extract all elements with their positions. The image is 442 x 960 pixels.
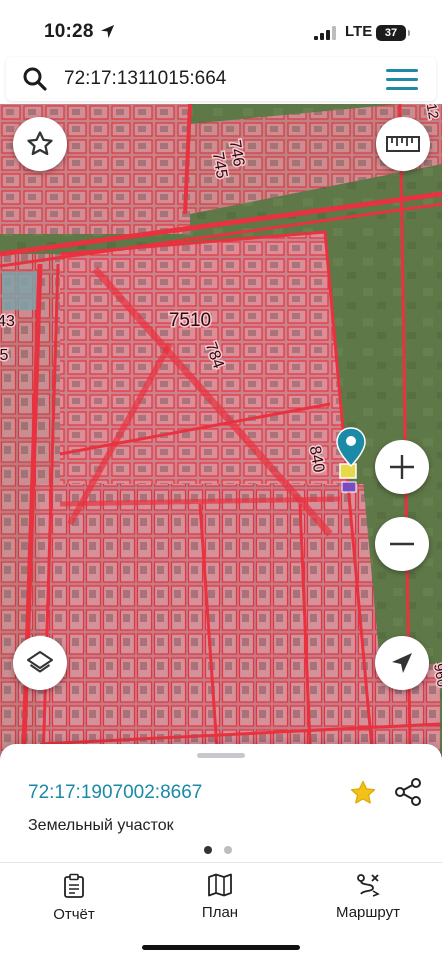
cellular-signal-icon: [314, 26, 336, 40]
star-icon[interactable]: [348, 778, 378, 808]
status-time: 10:28: [44, 21, 94, 42]
tab-report-label: Отчёт: [53, 906, 95, 923]
ruler-button[interactable]: [376, 117, 430, 171]
minus-icon: [390, 542, 414, 546]
search-bar[interactable]: 72:17:1311015:664: [6, 57, 436, 101]
page-dot: [204, 846, 212, 854]
search-input[interactable]: 72:17:1311015:664: [64, 68, 226, 90]
battery-level: 37: [384, 27, 398, 39]
hamburger-menu-icon[interactable]: [386, 68, 418, 92]
navigation-arrow-icon: [392, 653, 412, 673]
tab-plan[interactable]: План: [160, 873, 280, 933]
ruler-icon: [386, 136, 420, 152]
page-indicator: [204, 846, 244, 854]
parcel-label: 43: [0, 313, 15, 330]
locate-button[interactable]: [375, 636, 429, 690]
zoom-in-button[interactable]: [375, 440, 429, 494]
status-bar: 10:28 LTE 37: [0, 0, 442, 58]
home-indicator: [142, 945, 300, 950]
sheet-drag-handle[interactable]: [197, 753, 245, 758]
route-icon: [357, 874, 380, 897]
favorites-button[interactable]: [13, 117, 67, 171]
zoom-out-button[interactable]: [375, 517, 429, 571]
cadastral-number-link[interactable]: 72:17:1907002:8667: [28, 782, 202, 804]
page-dot: [224, 846, 232, 854]
layers-icon: [27, 651, 53, 673]
star-outline-icon: [27, 131, 53, 156]
tab-route[interactable]: Маршрут: [308, 873, 428, 933]
tab-report[interactable]: Отчёт: [14, 873, 134, 933]
location-arrow-icon: [100, 24, 115, 39]
object-type-label: Земельный участок: [28, 817, 174, 834]
parcel-label: 5: [0, 347, 9, 364]
battery-icon: 37: [376, 25, 410, 41]
layers-button[interactable]: [13, 636, 67, 690]
plus-icon: [390, 455, 414, 479]
parcel-label: 7510: [169, 310, 211, 331]
report-clipboard-icon: [64, 873, 84, 898]
selected-parcel[interactable]: [339, 463, 357, 493]
map-plan-icon: [208, 873, 232, 897]
share-icon[interactable]: [394, 777, 422, 807]
tab-plan-label: План: [201, 904, 239, 921]
tab-route-label: Маршрут: [336, 904, 400, 921]
network-type: LTE: [345, 23, 373, 40]
search-icon[interactable]: [22, 66, 48, 92]
